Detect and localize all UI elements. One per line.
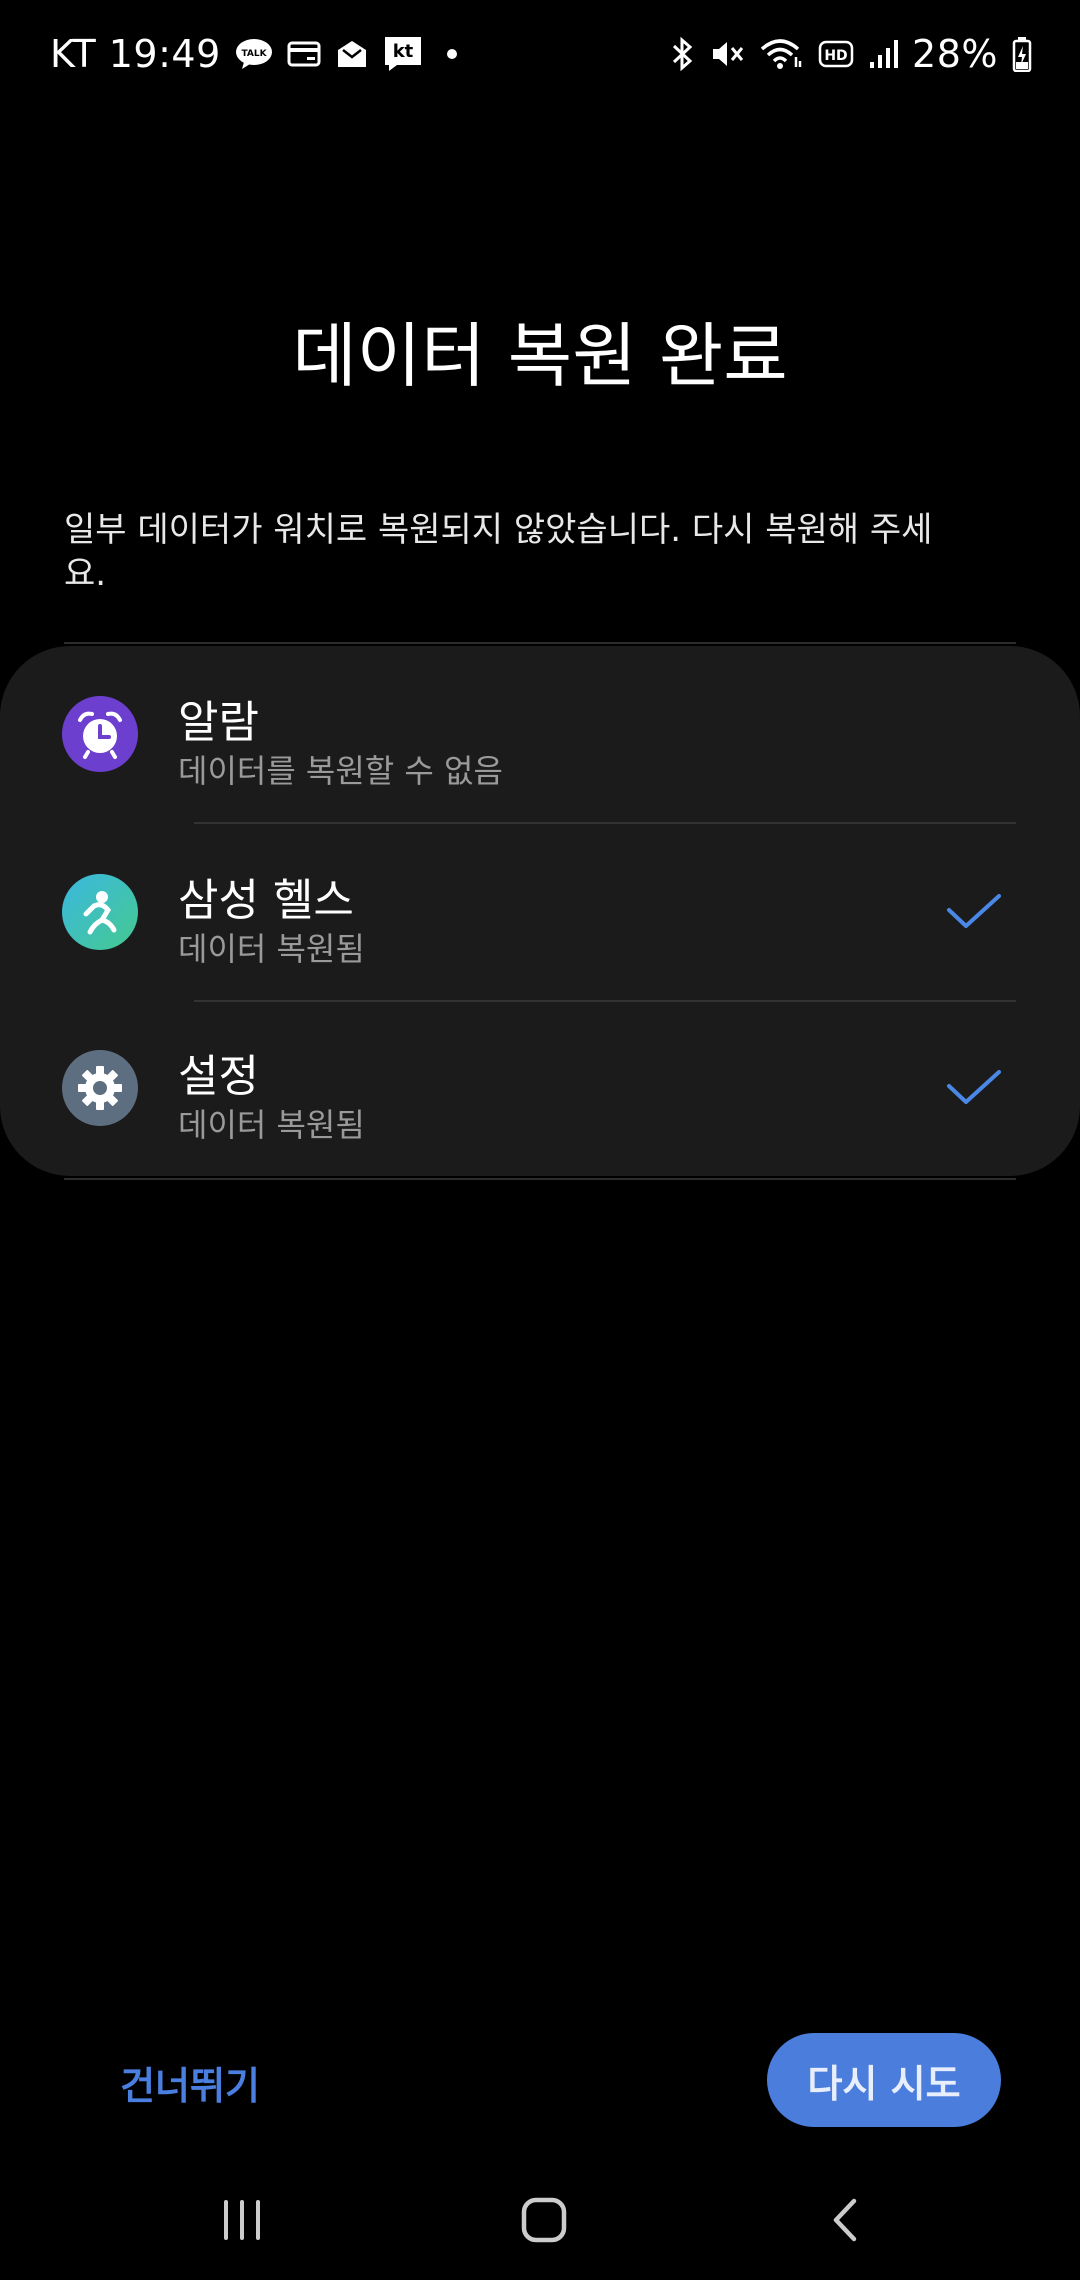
hd-icon: HD [818,40,854,68]
app-name: 삼성 헬스 [178,875,354,926]
mail-icon [335,38,369,70]
battery-charging-icon [1012,36,1032,72]
kakaotalk-icon: TALK [235,37,273,71]
alarm-icon [62,696,138,772]
navigation-bar [0,2160,1080,2280]
app-name: 알람 [178,697,259,748]
home-icon [521,2197,567,2243]
mute-icon [710,37,746,71]
restore-status: 데이터 복원됨 [178,1106,365,1144]
svg-text:kt: kt [392,41,413,62]
restore-status: 데이터 복원됨 [178,930,365,968]
signal-icon [868,38,899,70]
list-item-alarm[interactable]: 알람 데이터를 복원할 수 없음 [0,646,1080,824]
settings-gear-icon [62,1050,138,1126]
svg-text:HD: HD [824,48,847,64]
check-icon [947,1070,1001,1104]
list-top-divider [64,642,1016,644]
description-text: 일부 데이터가 워치로 복원되지 않았습니다. 다시 복원해 주세요. [64,510,933,594]
back-button[interactable] [806,2180,886,2260]
bluetooth-icon [670,36,696,72]
svg-text:TALK: TALK [241,49,267,59]
check-icon [947,894,1001,928]
list-bottom-divider [64,1178,1016,1180]
samsung-health-icon [62,874,138,950]
list-item-samsung-health[interactable]: 삼성 헬스 데이터 복원됨 [0,824,1080,1002]
wallet-icon [287,39,321,69]
kt-app-icon: kt [383,35,423,73]
notification-dot [446,49,457,59]
carrier-time: KT 19:49 [50,32,221,76]
retry-button[interactable]: 다시 시도 [767,2033,1001,2127]
recent-apps-icon [224,2200,260,2240]
recent-apps-button[interactable] [202,2180,282,2260]
restore-results-card: 알람 데이터를 복원할 수 없음 삼성 헬스 데이터 복원됨 설정 데이터 복원… [0,646,1080,1176]
app-name: 설정 [178,1051,259,1102]
back-icon [833,2198,857,2242]
wifi-icon [760,37,804,71]
restore-status: 데이터를 복원할 수 없음 [178,752,503,790]
list-item-settings[interactable]: 설정 데이터 복원됨 [0,1002,1080,1180]
screen: KT 19:49 TALK kt HD 28% 데이터 복원 완료 일부 데이터… [0,0,1080,2280]
status-bar: KT 19:49 TALK kt HD 28% [0,0,1080,108]
page-title: 데이터 복원 완료 [292,315,788,397]
home-button[interactable] [504,2180,584,2260]
battery-percent: 28% [912,32,998,76]
skip-button[interactable]: 건너뛰기 [100,2052,280,2112]
